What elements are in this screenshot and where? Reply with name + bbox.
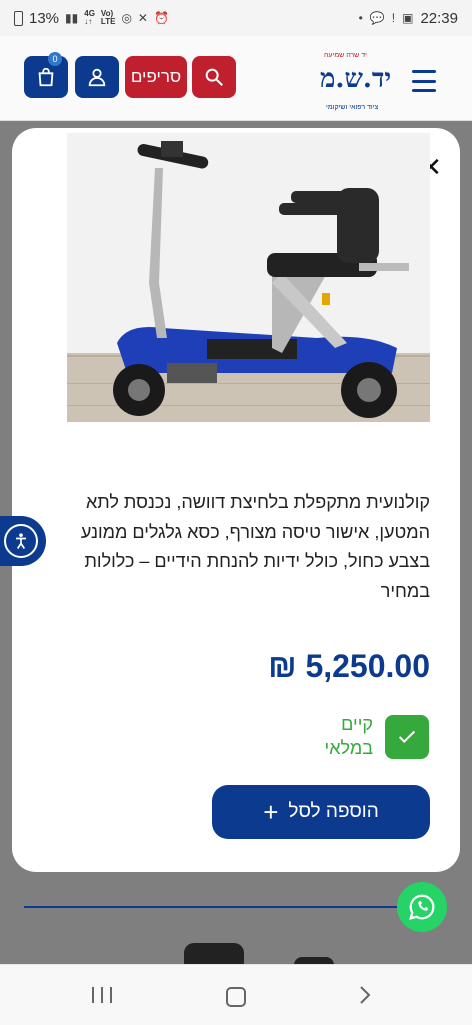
plus-icon: + xyxy=(263,797,279,827)
home-icon[interactable] xyxy=(226,987,246,1007)
add-to-cart-button[interactable]: הוספה לסל + xyxy=(212,785,430,839)
cart-button[interactable] xyxy=(24,56,68,98)
whatsapp-icon xyxy=(409,894,435,920)
stock-status-line-1: קיים xyxy=(341,714,373,734)
site-header: 0 סריפים יד שרה שמיעה יד.ש.מ ציוד רפואי … xyxy=(0,36,472,121)
in-stock-check-badge xyxy=(385,715,429,759)
clock: 22:39 xyxy=(420,9,458,27)
shopping-bag-icon xyxy=(38,67,54,87)
dot-icon: • xyxy=(358,11,363,25)
signal-icon: ▮▮ xyxy=(65,11,79,25)
search-button[interactable] xyxy=(192,56,236,98)
messages-icon: 💬 xyxy=(369,11,385,25)
battery-percentage: 13% xyxy=(29,9,60,27)
system-navigation-bar xyxy=(0,964,472,1025)
user-icon xyxy=(88,68,106,87)
recent-apps-icon[interactable] xyxy=(92,987,112,1003)
hamburger-menu-icon[interactable] xyxy=(412,70,436,92)
background-product-thumbnail xyxy=(184,943,244,965)
alarm-icon: ⏰ xyxy=(153,11,169,25)
logo-tagline-bottom: ציוד רפואי ושיקומי xyxy=(326,104,379,111)
checkmark-icon xyxy=(398,730,416,744)
hotspot-icon: ◎ xyxy=(121,11,132,25)
alert-icon: ! xyxy=(391,11,396,25)
status-bar: 13% ▮▮ 4G ↓↑ Vo) LTE ◎ ✕ ⏰ • 💬 ! ▣ 22:39 xyxy=(0,0,472,36)
network-4g-icon: 4G ↓↑ xyxy=(84,9,95,26)
whatsapp-button[interactable] xyxy=(397,882,447,932)
status-right: • 💬 ! ▣ 22:39 xyxy=(359,10,458,27)
logo-tagline-top: יד שרה שמיעה xyxy=(324,52,367,59)
back-icon[interactable] xyxy=(358,985,372,1005)
stock-status-line-2: במלאי xyxy=(324,738,373,758)
gallery-icon: ▣ xyxy=(402,11,414,25)
product-image xyxy=(67,133,430,422)
product-price: 5,250.00 ₪ xyxy=(268,648,430,684)
mute-icon: ✕ xyxy=(137,11,148,25)
status-left: 13% ▮▮ 4G ↓↑ Vo) LTE ◎ ✕ ⏰ xyxy=(14,10,169,27)
product-description: קולנועית מתקפלת בלחיצת דוושה, נכנסת לתא … xyxy=(80,492,430,601)
battery-icon xyxy=(14,10,23,26)
background-divider xyxy=(24,906,404,908)
search-icon xyxy=(205,68,223,86)
brands-button[interactable]: סריפים xyxy=(125,56,187,98)
stock-status: קיים במלאי xyxy=(300,712,373,760)
cart-count-badge: 0 xyxy=(48,52,62,66)
network-lte-icon: Vo) LTE xyxy=(100,9,116,26)
accessibility-icon xyxy=(4,524,38,558)
logo-text: יד.ש.מ xyxy=(320,64,392,94)
account-button[interactable] xyxy=(75,56,119,98)
add-to-cart-label: הוספה לסל xyxy=(288,801,379,822)
